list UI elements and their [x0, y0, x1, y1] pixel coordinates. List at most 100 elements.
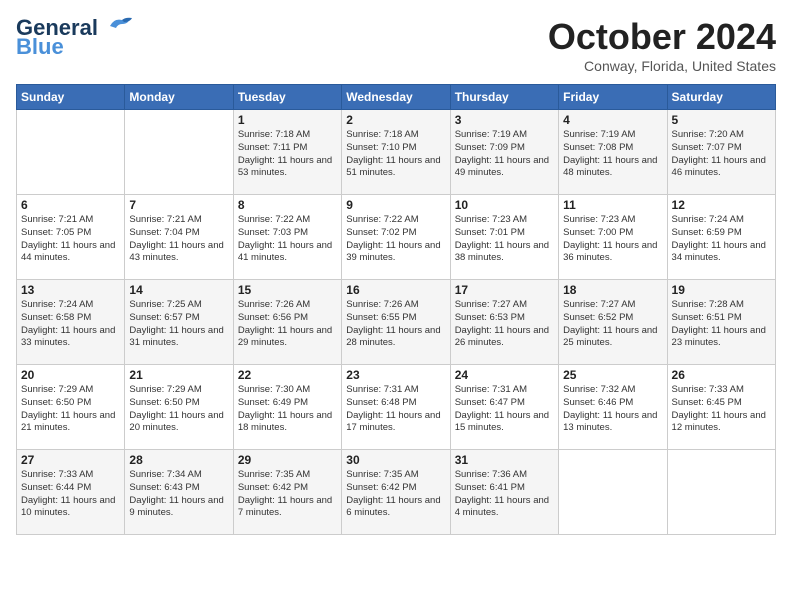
- calendar-cell: 10 Sunrise: 7:23 AM Sunset: 7:01 PM Dayli…: [450, 195, 558, 280]
- title-block: October 2024 Conway, Florida, United Sta…: [548, 16, 776, 74]
- day-content: Sunrise: 7:35 AM Sunset: 6:42 PM Dayligh…: [238, 469, 337, 520]
- calendar-cell: 11 Sunrise: 7:23 AM Sunset: 7:00 PM Dayli…: [559, 195, 667, 280]
- calendar-cell: 30 Sunrise: 7:35 AM Sunset: 6:42 PM Dayli…: [342, 450, 450, 535]
- day-content: Sunrise: 7:33 AM Sunset: 6:44 PM Dayligh…: [21, 469, 120, 520]
- calendar-cell: 6 Sunrise: 7:21 AM Sunset: 7:05 PM Daylig…: [17, 195, 125, 280]
- day-number: 13: [21, 283, 120, 297]
- day-content: Sunrise: 7:21 AM Sunset: 7:05 PM Dayligh…: [21, 214, 120, 265]
- day-content: Sunrise: 7:23 AM Sunset: 7:01 PM Dayligh…: [455, 214, 554, 265]
- day-content: Sunrise: 7:19 AM Sunset: 7:08 PM Dayligh…: [563, 129, 662, 180]
- calendar-cell: 19 Sunrise: 7:28 AM Sunset: 6:51 PM Dayli…: [667, 280, 775, 365]
- day-content: Sunrise: 7:20 AM Sunset: 7:07 PM Dayligh…: [672, 129, 771, 180]
- calendar-cell: 31Sunrise: 7:36 AM Sunset: 6:41 PM Dayli…: [450, 450, 558, 535]
- logo-bird-icon: [102, 16, 134, 36]
- calendar-week-row: 13 Sunrise: 7:24 AM Sunset: 6:58 PM Dayli…: [17, 280, 776, 365]
- location: Conway, Florida, United States: [548, 58, 776, 74]
- day-number: 15: [238, 283, 337, 297]
- day-content: Sunrise: 7:22 AM Sunset: 7:03 PM Dayligh…: [238, 214, 337, 265]
- day-number: 10: [455, 198, 554, 212]
- calendar-cell: [125, 110, 233, 195]
- day-number: 18: [563, 283, 662, 297]
- day-content: Sunrise: 7:29 AM Sunset: 6:50 PM Dayligh…: [21, 384, 120, 435]
- calendar-week-row: 27 Sunrise: 7:33 AM Sunset: 6:44 PM Dayli…: [17, 450, 776, 535]
- day-content: Sunrise: 7:25 AM Sunset: 6:57 PM Dayligh…: [129, 299, 228, 350]
- day-content: Sunrise: 7:27 AM Sunset: 6:52 PM Dayligh…: [563, 299, 662, 350]
- day-content: Sunrise: 7:21 AM Sunset: 7:04 PM Dayligh…: [129, 214, 228, 265]
- calendar-cell: 22 Sunrise: 7:30 AM Sunset: 6:49 PM Dayli…: [233, 365, 341, 450]
- calendar-cell: [559, 450, 667, 535]
- day-number: 19: [672, 283, 771, 297]
- day-content: Sunrise: 7:27 AM Sunset: 6:53 PM Dayligh…: [455, 299, 554, 350]
- day-number: 16: [346, 283, 445, 297]
- day-number: 22: [238, 368, 337, 382]
- day-content: Sunrise: 7:33 AM Sunset: 6:45 PM Dayligh…: [672, 384, 771, 435]
- calendar-cell: 21 Sunrise: 7:29 AM Sunset: 6:50 PM Dayli…: [125, 365, 233, 450]
- page-header: General Blue October 2024 Conway, Florid…: [16, 16, 776, 74]
- day-number: 11: [563, 198, 662, 212]
- calendar-cell: 16 Sunrise: 7:26 AM Sunset: 6:55 PM Dayli…: [342, 280, 450, 365]
- calendar-cell: 9 Sunrise: 7:22 AM Sunset: 7:02 PM Daylig…: [342, 195, 450, 280]
- calendar-cell: 27 Sunrise: 7:33 AM Sunset: 6:44 PM Dayli…: [17, 450, 125, 535]
- day-content: Sunrise: 7:26 AM Sunset: 6:56 PM Dayligh…: [238, 299, 337, 350]
- day-content: Sunrise: 7:18 AM Sunset: 7:10 PM Dayligh…: [346, 129, 445, 180]
- day-number: 29: [238, 453, 337, 467]
- day-content: Sunrise: 7:29 AM Sunset: 6:50 PM Dayligh…: [129, 384, 228, 435]
- day-content: Sunrise: 7:31 AM Sunset: 6:48 PM Dayligh…: [346, 384, 445, 435]
- logo: General Blue: [16, 16, 134, 60]
- day-number: 12: [672, 198, 771, 212]
- column-header-monday: Monday: [125, 85, 233, 110]
- day-number: 26: [672, 368, 771, 382]
- calendar-header-row: SundayMondayTuesdayWednesdayThursdayFrid…: [17, 85, 776, 110]
- day-content: Sunrise: 7:24 AM Sunset: 6:58 PM Dayligh…: [21, 299, 120, 350]
- day-number: 6: [21, 198, 120, 212]
- day-number: 21: [129, 368, 228, 382]
- calendar-cell: 24 Sunrise: 7:31 AM Sunset: 6:47 PM Dayli…: [450, 365, 558, 450]
- day-number: 14: [129, 283, 228, 297]
- day-number: 5: [672, 113, 771, 127]
- day-content: Sunrise: 7:19 AM Sunset: 7:09 PM Dayligh…: [455, 129, 554, 180]
- calendar-cell: 20 Sunrise: 7:29 AM Sunset: 6:50 PM Dayli…: [17, 365, 125, 450]
- day-content: Sunrise: 7:30 AM Sunset: 6:49 PM Dayligh…: [238, 384, 337, 435]
- day-number: 27: [21, 453, 120, 467]
- day-content: Sunrise: 7:18 AM Sunset: 7:11 PM Dayligh…: [238, 129, 337, 180]
- day-number: 25: [563, 368, 662, 382]
- day-content: Sunrise: 7:34 AM Sunset: 6:43 PM Dayligh…: [129, 469, 228, 520]
- day-content: Sunrise: 7:35 AM Sunset: 6:42 PM Dayligh…: [346, 469, 445, 520]
- calendar-body: 1Sunrise: 7:18 AM Sunset: 7:11 PM Daylig…: [17, 110, 776, 535]
- day-content: Sunrise: 7:24 AM Sunset: 6:59 PM Dayligh…: [672, 214, 771, 265]
- calendar-cell: 18 Sunrise: 7:27 AM Sunset: 6:52 PM Dayli…: [559, 280, 667, 365]
- calendar-cell: 17 Sunrise: 7:27 AM Sunset: 6:53 PM Dayli…: [450, 280, 558, 365]
- calendar-week-row: 20 Sunrise: 7:29 AM Sunset: 6:50 PM Dayli…: [17, 365, 776, 450]
- calendar-cell: 8Sunrise: 7:22 AM Sunset: 7:03 PM Daylig…: [233, 195, 341, 280]
- column-header-sunday: Sunday: [17, 85, 125, 110]
- logo-line2: Blue: [16, 34, 64, 60]
- day-content: Sunrise: 7:31 AM Sunset: 6:47 PM Dayligh…: [455, 384, 554, 435]
- day-number: 20: [21, 368, 120, 382]
- calendar-cell: 1Sunrise: 7:18 AM Sunset: 7:11 PM Daylig…: [233, 110, 341, 195]
- calendar-cell: 14 Sunrise: 7:25 AM Sunset: 6:57 PM Dayli…: [125, 280, 233, 365]
- day-number: 9: [346, 198, 445, 212]
- column-header-thursday: Thursday: [450, 85, 558, 110]
- day-number: 30: [346, 453, 445, 467]
- calendar-cell: 12 Sunrise: 7:24 AM Sunset: 6:59 PM Dayli…: [667, 195, 775, 280]
- column-header-saturday: Saturday: [667, 85, 775, 110]
- day-number: 28: [129, 453, 228, 467]
- column-header-wednesday: Wednesday: [342, 85, 450, 110]
- calendar-cell: 5 Sunrise: 7:20 AM Sunset: 7:07 PM Daylig…: [667, 110, 775, 195]
- day-number: 17: [455, 283, 554, 297]
- day-number: 2: [346, 113, 445, 127]
- day-number: 24: [455, 368, 554, 382]
- day-content: Sunrise: 7:22 AM Sunset: 7:02 PM Dayligh…: [346, 214, 445, 265]
- day-content: Sunrise: 7:28 AM Sunset: 6:51 PM Dayligh…: [672, 299, 771, 350]
- calendar-cell: 29 Sunrise: 7:35 AM Sunset: 6:42 PM Dayli…: [233, 450, 341, 535]
- calendar-week-row: 6 Sunrise: 7:21 AM Sunset: 7:05 PM Daylig…: [17, 195, 776, 280]
- day-content: Sunrise: 7:36 AM Sunset: 6:41 PM Dayligh…: [455, 469, 554, 520]
- calendar-cell: 13 Sunrise: 7:24 AM Sunset: 6:58 PM Dayli…: [17, 280, 125, 365]
- day-content: Sunrise: 7:23 AM Sunset: 7:00 PM Dayligh…: [563, 214, 662, 265]
- day-content: Sunrise: 7:26 AM Sunset: 6:55 PM Dayligh…: [346, 299, 445, 350]
- calendar-cell: 7Sunrise: 7:21 AM Sunset: 7:04 PM Daylig…: [125, 195, 233, 280]
- calendar-cell: [17, 110, 125, 195]
- calendar-cell: 2 Sunrise: 7:18 AM Sunset: 7:10 PM Daylig…: [342, 110, 450, 195]
- calendar-cell: 26 Sunrise: 7:33 AM Sunset: 6:45 PM Dayli…: [667, 365, 775, 450]
- calendar-table: SundayMondayTuesdayWednesdayThursdayFrid…: [16, 84, 776, 535]
